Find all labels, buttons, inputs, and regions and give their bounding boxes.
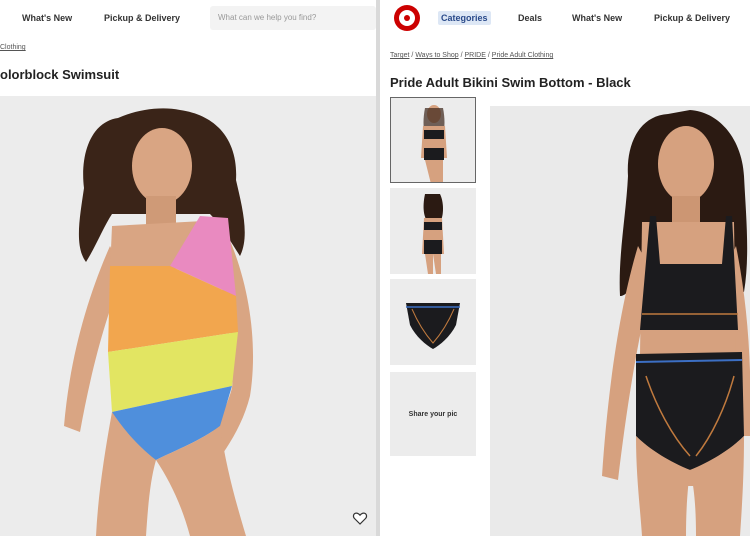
model-black-bikini-photo [490,106,750,536]
thumbnail-back-photo [422,194,444,274]
thumbnail-product-flat[interactable] [390,279,476,365]
breadcrumb: Target / Ways to Shop / PRIDE / Pride Ad… [390,52,553,59]
breadcrumb-link-pride[interactable]: PRIDE [465,52,486,59]
share-your-pic-button[interactable]: Share your pic [390,372,476,456]
breadcrumb[interactable]: Clothing [0,44,26,51]
nav-pickup-delivery[interactable]: Pickup & Delivery [654,13,730,23]
breadcrumb-link-pride-adult-clothing[interactable]: Pride Adult Clothing [492,52,553,59]
left-browser-pane: What's New Pickup & Delivery What can we… [0,0,376,536]
target-logo-icon[interactable] [394,5,420,31]
nav-whats-new[interactable]: What's New [22,13,72,23]
left-top-nav: What's New Pickup & Delivery What can we… [0,0,376,40]
product-image[interactable] [0,96,376,536]
nav-categories[interactable]: Categories [438,11,491,25]
right-top-nav: Categories Deals What's New Pickup & Del… [380,0,750,40]
heart-icon[interactable] [352,510,368,526]
nav-whats-new[interactable]: What's New [572,13,622,23]
breadcrumb-separator: / [411,52,414,59]
product-title: Pride Adult Bikini Swim Bottom - Black [390,75,631,90]
model-colorblock-swimsuit-photo [0,96,376,536]
thumbnail-front[interactable] [390,97,476,183]
thumbnail-back[interactable] [390,188,476,274]
nav-deals[interactable]: Deals [518,13,542,23]
thumbnail-front-photo [421,105,447,182]
search-input[interactable]: What can we help you find? [210,6,376,30]
breadcrumb-link-target[interactable]: Target [390,52,409,59]
nav-pickup-delivery[interactable]: Pickup & Delivery [104,13,180,23]
breadcrumb-separator: / [487,52,490,59]
right-browser-pane: Categories Deals What's New Pickup & Del… [380,0,750,536]
product-image[interactable] [490,106,750,536]
thumbnail-flat-photo [406,303,460,349]
product-title: olorblock Swimsuit [0,67,120,82]
breadcrumb-separator: / [460,52,463,59]
breadcrumb-link-ways-to-shop[interactable]: Ways to Shop [415,52,458,59]
